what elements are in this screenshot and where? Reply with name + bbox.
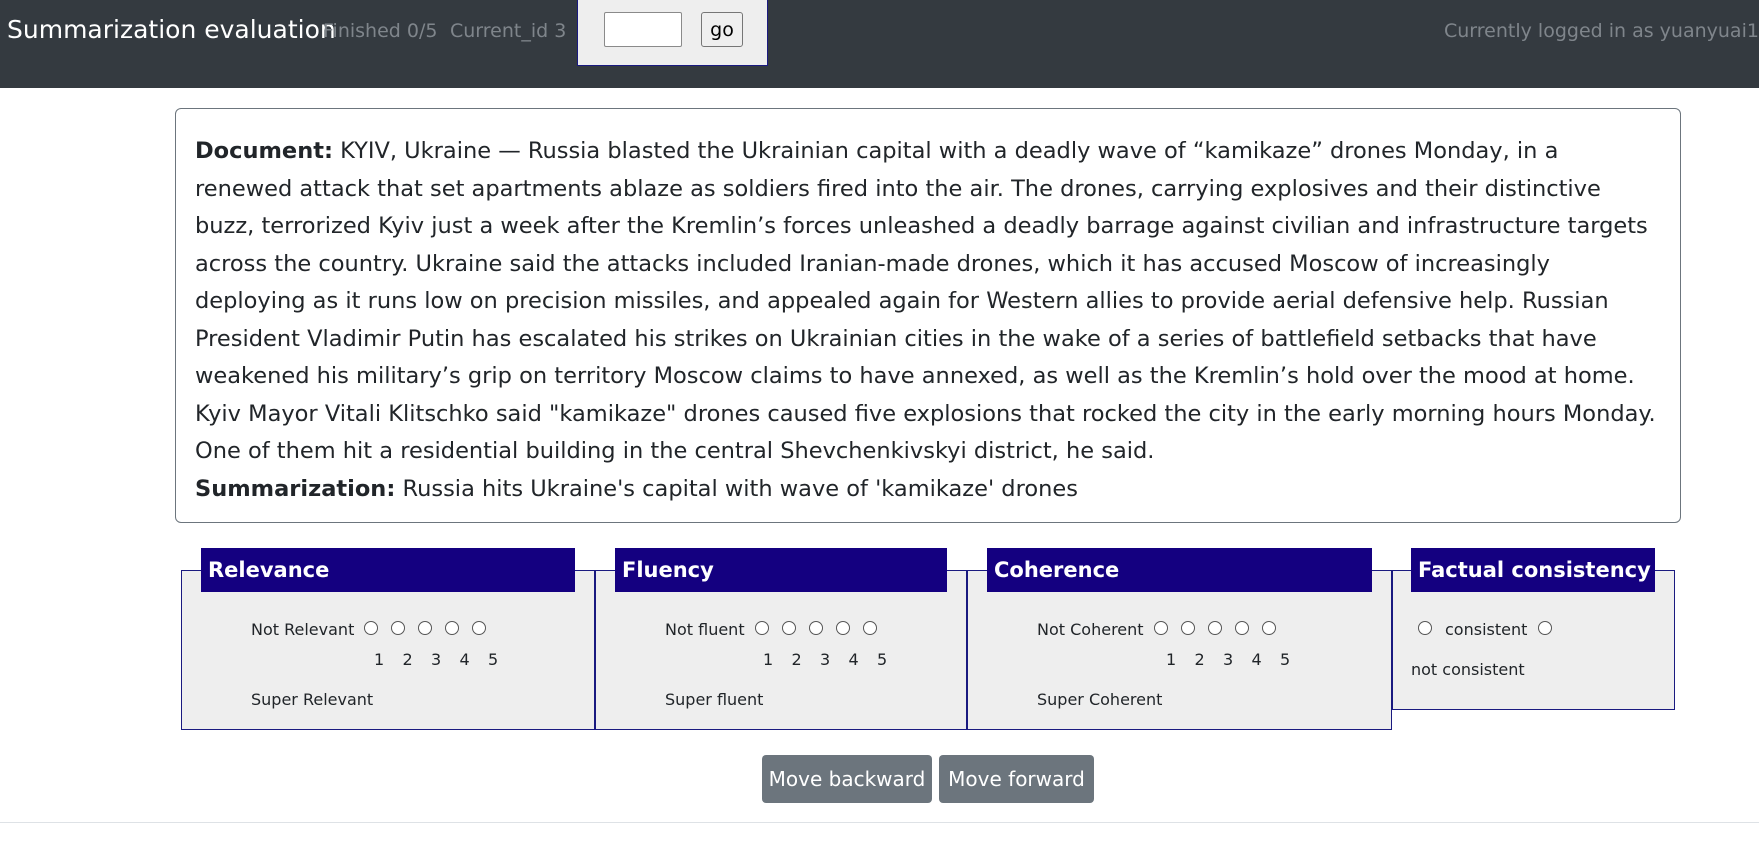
- relevance-scale: Not Relevant: [251, 620, 499, 639]
- fluency-num-1: 1: [763, 650, 774, 669]
- coherence-legend: Coherence: [987, 548, 1372, 592]
- go-button[interactable]: go: [701, 12, 743, 47]
- coherence-num-4: 4: [1251, 650, 1262, 669]
- app-title: Summarization evaluation: [7, 15, 336, 44]
- fluency-num-5: 5: [877, 650, 888, 669]
- coherence-high-label: Super Coherent: [1037, 690, 1163, 709]
- consistent-radio[interactable]: [1418, 620, 1432, 635]
- coherence-radio-2[interactable]: [1180, 620, 1195, 635]
- goto-id-input[interactable]: [604, 12, 682, 47]
- coherence-num-5: 5: [1280, 650, 1291, 669]
- relevance-num-3: 3: [431, 650, 442, 669]
- relevance-num-4: 4: [459, 650, 470, 669]
- coherence-radio-5[interactable]: [1261, 620, 1276, 635]
- fluency-legend: Fluency: [615, 548, 947, 592]
- current-id: Current_id 3: [450, 20, 567, 42]
- goto-form: go: [577, 0, 768, 66]
- fluency-num-3: 3: [820, 650, 831, 669]
- relevance-radio-4[interactable]: [445, 620, 460, 635]
- relevance-num-2: 2: [402, 650, 413, 669]
- document-text: KYIV, Ukraine — Russia blasted the Ukrai…: [195, 138, 1656, 464]
- document-panel: Document: KYIV, Ukraine — Russia blasted…: [175, 108, 1681, 523]
- relevance-high-label: Super Relevant: [251, 690, 374, 709]
- coherence-radio-3[interactable]: [1207, 620, 1222, 635]
- relevance-num-1: 1: [374, 650, 385, 669]
- relevance-radio-1[interactable]: [364, 620, 379, 635]
- not-consistent-radio[interactable]: [1538, 620, 1553, 635]
- relevance-numbers: 12345: [374, 650, 517, 669]
- fluency-scale: Not fluent: [665, 620, 890, 639]
- move-forward-button[interactable]: Move forward: [939, 755, 1094, 803]
- coherence-radio-4[interactable]: [1234, 620, 1249, 635]
- fluency-radio-4[interactable]: [835, 620, 850, 635]
- coherence-numbers: 12345: [1166, 650, 1309, 669]
- coherence-scale: Not Coherent: [1037, 620, 1289, 639]
- footer-divider: [0, 822, 1759, 823]
- coherence-num-3: 3: [1223, 650, 1234, 669]
- summarization-label: Summarization:: [195, 475, 396, 502]
- fluency-radio-3[interactable]: [808, 620, 823, 635]
- fluency-numbers: 12345: [763, 650, 906, 669]
- fluency-high-label: Super fluent: [665, 690, 764, 709]
- factual-options: consistent: [1418, 620, 1565, 639]
- fluency-num-4: 4: [848, 650, 859, 669]
- coherence-num-2: 2: [1194, 650, 1205, 669]
- fluency-radio-1[interactable]: [754, 620, 769, 635]
- login-status: Currently logged in as yuanyuai1230: [1444, 20, 1759, 42]
- summarization-text: Russia hits Ukraine's capital with wave …: [402, 475, 1078, 502]
- fluency-low-label: Not fluent: [665, 620, 745, 639]
- relevance-low-label: Not Relevant: [251, 620, 355, 639]
- relevance-num-5: 5: [488, 650, 499, 669]
- coherence-radio-1[interactable]: [1153, 620, 1168, 635]
- not-consistent-label: not consistent: [1411, 660, 1525, 679]
- finished-counter: Finished 0/5: [323, 20, 438, 42]
- move-backward-button[interactable]: Move backward: [762, 755, 932, 803]
- fluency-radio-5[interactable]: [862, 620, 877, 635]
- coherence-num-1: 1: [1166, 650, 1177, 669]
- relevance-radio-5[interactable]: [472, 620, 487, 635]
- top-navbar: Summarization evaluation Finished 0/5 Cu…: [0, 0, 1759, 88]
- consistent-label: consistent: [1445, 620, 1528, 639]
- fluency-num-2: 2: [791, 650, 802, 669]
- relevance-legend: Relevance: [201, 548, 575, 592]
- factual-legend: Factual consistency: [1411, 548, 1655, 592]
- coherence-low-label: Not Coherent: [1037, 620, 1144, 639]
- relevance-radio-2[interactable]: [391, 620, 406, 635]
- document-label: Document:: [195, 138, 333, 164]
- fluency-radio-2[interactable]: [781, 620, 796, 635]
- relevance-radio-3[interactable]: [418, 620, 433, 635]
